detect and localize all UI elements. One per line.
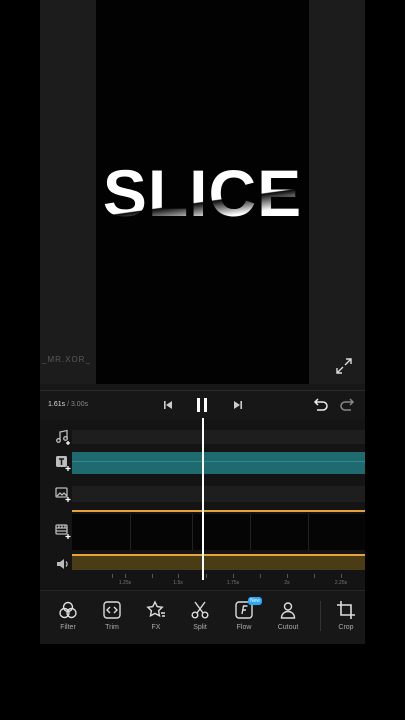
toolbar-divider [320, 601, 321, 631]
skip-forward-icon [234, 401, 242, 409]
fullscreen-icon[interactable] [334, 356, 354, 376]
new-badge: New [248, 597, 263, 605]
ruler-tick [287, 574, 288, 578]
text-clip[interactable] [72, 452, 365, 474]
current-time: 1.61s [48, 401, 66, 408]
redo-icon [340, 398, 355, 411]
flow-label: Flow [236, 624, 252, 631]
skip-back-button[interactable] [158, 395, 178, 415]
watermark-text: _MR.XOR_ [42, 355, 91, 364]
ruler-tick [178, 574, 179, 578]
ruler-label: 2.25s [334, 580, 348, 586]
ruler-tick [233, 574, 234, 578]
crop-button[interactable]: Crop [324, 591, 368, 641]
crop-icon [337, 601, 355, 619]
ruler-tick [125, 574, 126, 578]
video-clip[interactable] [72, 514, 365, 550]
overlay-lane[interactable] [72, 486, 365, 502]
filter-icon [59, 601, 77, 619]
add-music-icon[interactable] [54, 428, 72, 446]
fx-button[interactable]: FX [134, 591, 178, 641]
redo-button[interactable] [338, 395, 358, 415]
trim-button[interactable]: Trim [90, 591, 134, 641]
skip-forward-button[interactable] [228, 395, 248, 415]
filter-label: Filter [60, 624, 76, 631]
cutout-label: Cutout [277, 624, 299, 631]
pause-icon [197, 398, 207, 412]
playhead[interactable] [202, 418, 204, 580]
music-lane[interactable] [72, 430, 365, 444]
fx-star-icon [146, 600, 165, 618]
skip-back-icon [164, 401, 172, 409]
cutout-person-icon [280, 602, 296, 619]
ruler-tick [152, 574, 153, 578]
video-clip-top-border [72, 510, 365, 512]
ruler-tick [112, 574, 113, 578]
edit-toolbar: Filter Trim FX Split Flow New Cutout Cro… [40, 590, 365, 644]
filter-button[interactable]: Filter [46, 591, 90, 641]
ruler-label: 2s [284, 580, 290, 586]
playback-bar: 1.61s / 3.00s [40, 390, 365, 419]
pause-button[interactable] [192, 395, 212, 415]
trim-label: Trim [105, 624, 119, 631]
add-text-icon[interactable] [54, 454, 72, 472]
undo-button[interactable] [310, 395, 330, 415]
crop-label: Crop [338, 624, 354, 631]
preview-title-text: SLICE [96, 155, 309, 231]
total-time: 3.00s [70, 401, 89, 408]
undo-icon [313, 398, 328, 411]
add-overlay-icon[interactable] [54, 485, 72, 503]
scissors-icon [191, 601, 209, 619]
cutout-button[interactable]: Cutout [266, 591, 310, 641]
ruler-tick [341, 574, 342, 578]
ruler-label: 1.25s [118, 580, 132, 586]
split-label: Split [193, 624, 207, 631]
ruler-tick [314, 574, 315, 578]
time-readout: 1.61s / 3.00s [48, 401, 88, 408]
ruler-label: 1.75s [226, 580, 240, 586]
ruler-tick [206, 574, 207, 578]
add-clip-icon[interactable] [54, 522, 72, 540]
split-button[interactable]: Split [178, 591, 222, 641]
fx-label: FX [151, 624, 161, 631]
ruler-label: 1.5s [173, 580, 183, 586]
trim-icon [103, 601, 121, 619]
ruler-tick [260, 574, 261, 578]
